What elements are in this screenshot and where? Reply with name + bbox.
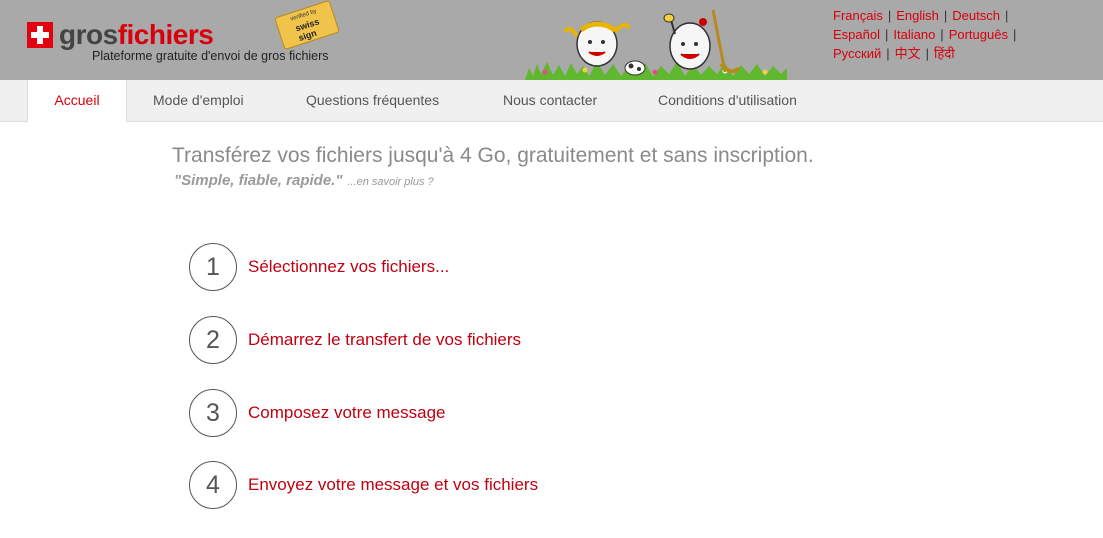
- tab-terms[interactable]: Conditions d'utilisation: [658, 80, 797, 121]
- slogan-text: "Simple, fiable, rapide.": [174, 172, 343, 189]
- language-selector: Français | English | Deutsch | Español | Italia…: [833, 6, 1083, 63]
- step-label[interactable]: Envoyez votre message et vos fichiers: [248, 475, 538, 495]
- step-number-circle: 1: [189, 243, 237, 291]
- step-start-transfer[interactable]: 2 Démarrez le transfert de vos fichiers: [189, 315, 521, 365]
- step-label[interactable]: Sélectionnez vos fichiers...: [248, 257, 449, 277]
- step-compose-message[interactable]: 3 Composez votre message: [189, 388, 445, 438]
- site-tagline: Plateforme gratuite d'envoi de gros fich…: [92, 49, 329, 63]
- mascot-illustration: [525, 9, 787, 80]
- step-number-circle: 4: [189, 461, 237, 509]
- slogan-line: "Simple, fiable, rapide." ...en savoir pl…: [174, 172, 434, 190]
- tab-contact[interactable]: Nous contacter: [503, 80, 597, 121]
- page-headline: Transférez vos fichiers jusqu'à 4 Go, gr…: [172, 144, 814, 167]
- lang-link-it[interactable]: Italiano: [893, 27, 935, 42]
- tab-home[interactable]: Accueil: [27, 80, 127, 122]
- tab-faq[interactable]: Questions fréquentes: [306, 80, 439, 121]
- lang-link-en[interactable]: English: [896, 8, 939, 23]
- step-label[interactable]: Démarrez le transfert de vos fichiers: [248, 330, 521, 350]
- step-label[interactable]: Composez votre message: [248, 403, 445, 423]
- step-number-circle: 2: [189, 316, 237, 364]
- lang-link-de[interactable]: Deutsch: [952, 8, 1000, 23]
- swisssign-badge: verified by swiss sign: [274, 0, 340, 51]
- swiss-flag-icon: [27, 22, 53, 48]
- tab-guide[interactable]: Mode d'emploi: [153, 80, 244, 121]
- language-row: Русский | 中文 | हिंदी: [833, 46, 955, 61]
- step-number-circle: 3: [189, 389, 237, 437]
- main-nav: Accueil Mode d'emploi Questions fréquent…: [0, 80, 1103, 122]
- lang-link-zh[interactable]: 中文: [895, 46, 921, 61]
- lang-link-hi[interactable]: हिंदी: [934, 46, 955, 61]
- lang-link-ru[interactable]: Русский: [833, 46, 881, 61]
- lang-link-pt[interactable]: Português: [949, 27, 1008, 42]
- lang-link-es[interactable]: Español: [833, 27, 880, 42]
- language-row: Français | English | Deutsch |: [833, 8, 1009, 23]
- step-send[interactable]: 4 Envoyez votre message et vos fichiers: [189, 460, 538, 510]
- learn-more-link[interactable]: ...en savoir plus ?: [347, 176, 433, 188]
- site-header: grosfichiers Plateforme gratuite d'envoi…: [0, 0, 1103, 80]
- site-logo[interactable]: grosfichiers: [27, 19, 214, 50]
- logo-text: grosfichiers: [59, 19, 214, 50]
- language-row: Español | Italiano | Português |: [833, 27, 1017, 42]
- lang-link-fr[interactable]: Français: [833, 8, 883, 23]
- step-select-files[interactable]: 1 Sélectionnez vos fichiers...: [189, 242, 449, 292]
